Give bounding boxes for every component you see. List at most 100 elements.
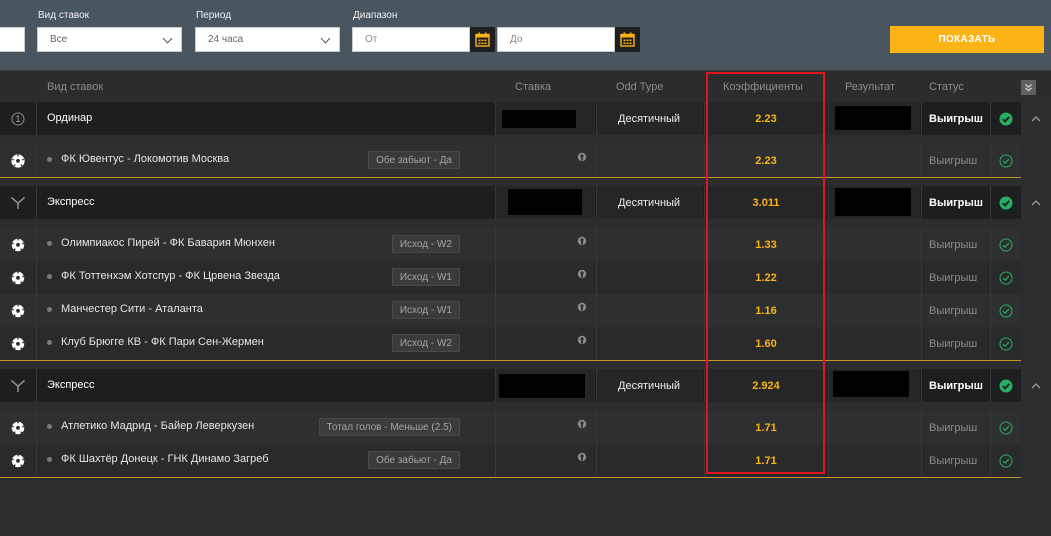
- bet-type-value: Все: [50, 34, 68, 45]
- soccer-ball-icon: [11, 304, 25, 317]
- total-coefficient: 3.011: [752, 197, 780, 209]
- calendar-to-button[interactable]: [615, 27, 640, 52]
- express-bet-icon: [10, 196, 26, 209]
- bet-leg-row: ФК Тоттенхэм Хотспур - ФК Црвена Звезда …: [0, 261, 1021, 294]
- win-check-outline-icon: [999, 271, 1013, 284]
- market-tag: Обе забьют - Да: [368, 151, 460, 169]
- bet-leg-row: Олимпиакос Пирей - ФК Бавария Мюнхен Исх…: [0, 228, 1021, 261]
- bet-group-row[interactable]: Экспресс Десятичный 3.011 Выигрыш: [0, 186, 1021, 219]
- column-stake: Ставка: [515, 81, 551, 93]
- win-check-icon: [999, 112, 1013, 125]
- total-coefficient: 2.23: [755, 113, 777, 125]
- market-tag: Исход - W2: [391, 334, 460, 352]
- chevron-down-icon: [320, 33, 331, 44]
- period-select[interactable]: 24 часа: [195, 27, 340, 52]
- win-check-icon: [999, 196, 1013, 209]
- previous-filter-field[interactable]: [0, 27, 25, 52]
- match-name: Олимпиакос Пирей - ФК Бавария Мюнхен: [61, 237, 275, 249]
- market-tag: Исход - W1: [391, 301, 460, 319]
- period-value: 24 часа: [208, 34, 244, 45]
- match-name: ФК Тоттенхэм Хотспур - ФК Црвена Звезда: [61, 270, 280, 282]
- collapse-group-button[interactable]: [1021, 186, 1051, 219]
- show-button[interactable]: ПОКАЗАТЬ: [890, 26, 1044, 53]
- win-check-outline-icon: [999, 154, 1013, 167]
- leg-coefficient: 1.71: [755, 455, 777, 467]
- status-text: Выигрыш: [929, 380, 983, 392]
- period-label: Период: [196, 10, 232, 21]
- leg-bullet: [47, 424, 52, 429]
- odd-type-value: Десятичный: [618, 380, 681, 392]
- bet-group-name: Ординар: [47, 112, 93, 124]
- calendar-from-button[interactable]: [470, 27, 495, 52]
- odd-type-value: Десятичный: [618, 197, 681, 209]
- leg-status-text: Выигрыш: [929, 239, 978, 251]
- leg-status-text: Выигрыш: [929, 305, 978, 317]
- leg-bullet: [47, 307, 52, 312]
- leg-bullet: [47, 340, 52, 345]
- soccer-ball-icon: [11, 271, 25, 284]
- bet-type-icon-cell: 1: [0, 102, 37, 135]
- single-bet-icon-digit: 1: [15, 114, 20, 124]
- bet-group-name: Экспресс: [47, 379, 95, 391]
- win-check-outline-icon: [999, 421, 1013, 434]
- bet-leg-row: Манчестер Сити - Аталанта Исход - W1 1.1…: [0, 294, 1021, 327]
- market-tag: Тотал голов - Меньше (2.5): [318, 418, 460, 436]
- bet-group-row[interactable]: Экспресс Десятичный 2.924 Выигрыш: [0, 369, 1021, 402]
- market-tag: Обе забьют - Да: [368, 451, 460, 469]
- collapse-group-button[interactable]: [1021, 369, 1051, 402]
- win-check-outline-icon: [999, 337, 1013, 350]
- leg-coefficient: 2.23: [755, 155, 777, 167]
- table-header: Вид ставок Ставка Odd Type Коэффициенты …: [0, 70, 1051, 102]
- status-text: Выигрыш: [929, 113, 983, 125]
- column-status: Статус: [929, 81, 964, 93]
- collapse-group-button[interactable]: [1021, 102, 1051, 135]
- leg-status-text: Выигрыш: [929, 272, 978, 284]
- redacted-stake: [502, 110, 576, 128]
- express-bet-icon: [10, 379, 26, 392]
- leg-coefficient: 1.33: [755, 239, 777, 251]
- bet-leg-row: ФК Ювентус - Локомотив Москва Обе забьют…: [0, 144, 1021, 177]
- soccer-ball-icon: [11, 238, 25, 251]
- bet-group-row[interactable]: 1 Ординар Десятичный 2.23 Выигрыш: [0, 102, 1021, 135]
- chevron-up-icon: [1031, 116, 1041, 122]
- leg-status-text: Выигрыш: [929, 338, 978, 350]
- bet-group-name: Экспресс: [47, 196, 95, 208]
- bet-leg-row: Атлетико Мадрид - Байер Леверкузен Тотал…: [0, 411, 1021, 444]
- soccer-ball-icon: [11, 153, 25, 168]
- leg-coefficient: 1.16: [755, 305, 777, 317]
- chevron-down-icon: [162, 33, 173, 44]
- match-name: Клуб Брюгге КВ - ФК Пари Сен-Жермен: [61, 336, 264, 348]
- leg-coefficient: 1.71: [755, 422, 777, 434]
- redacted-result: [835, 106, 911, 130]
- soccer-ball-icon: [11, 421, 25, 434]
- date-from-input[interactable]: От: [352, 27, 470, 52]
- match-name: ФК Ювентус - Локомотив Москва: [61, 153, 230, 165]
- win-check-outline-icon: [999, 304, 1013, 317]
- match-name: Атлетико Мадрид - Байер Леверкузен: [61, 420, 255, 432]
- group-divider: [0, 360, 1021, 361]
- collapse-all-button[interactable]: [1021, 80, 1036, 95]
- win-check-outline-icon: [999, 238, 1013, 251]
- filter-bar: Вид ставок Все Период 24 часа Диапазон О…: [0, 0, 1051, 70]
- bet-type-select[interactable]: Все: [37, 27, 182, 52]
- redacted-result: [835, 188, 911, 216]
- leg-coefficient: 1.60: [755, 338, 777, 350]
- leg-bullet: [47, 457, 52, 462]
- market-tag: Исход - W2: [391, 235, 460, 253]
- soccer-ball-icon: [11, 337, 25, 350]
- match-name: ФК Шахтёр Донецк - ГНК Динамо Загреб: [61, 453, 269, 465]
- column-coefficients: Коэффициенты: [723, 81, 803, 93]
- group-divider: [0, 177, 1021, 178]
- double-chevron-down-icon: [1025, 84, 1032, 92]
- redacted-stake: [499, 374, 585, 398]
- leg-status-text: Выигрыш: [929, 455, 978, 467]
- win-check-icon: [999, 379, 1013, 392]
- range-label: Диапазон: [353, 10, 398, 21]
- column-odd-type: Odd Type: [616, 81, 664, 93]
- win-check-outline-icon: [999, 454, 1013, 467]
- leg-status-text: Выигрыш: [929, 155, 978, 167]
- date-to-input[interactable]: До: [497, 27, 615, 52]
- total-coefficient: 2.924: [752, 380, 780, 392]
- redacted-result: [833, 371, 909, 397]
- chevron-up-icon: [1031, 200, 1041, 206]
